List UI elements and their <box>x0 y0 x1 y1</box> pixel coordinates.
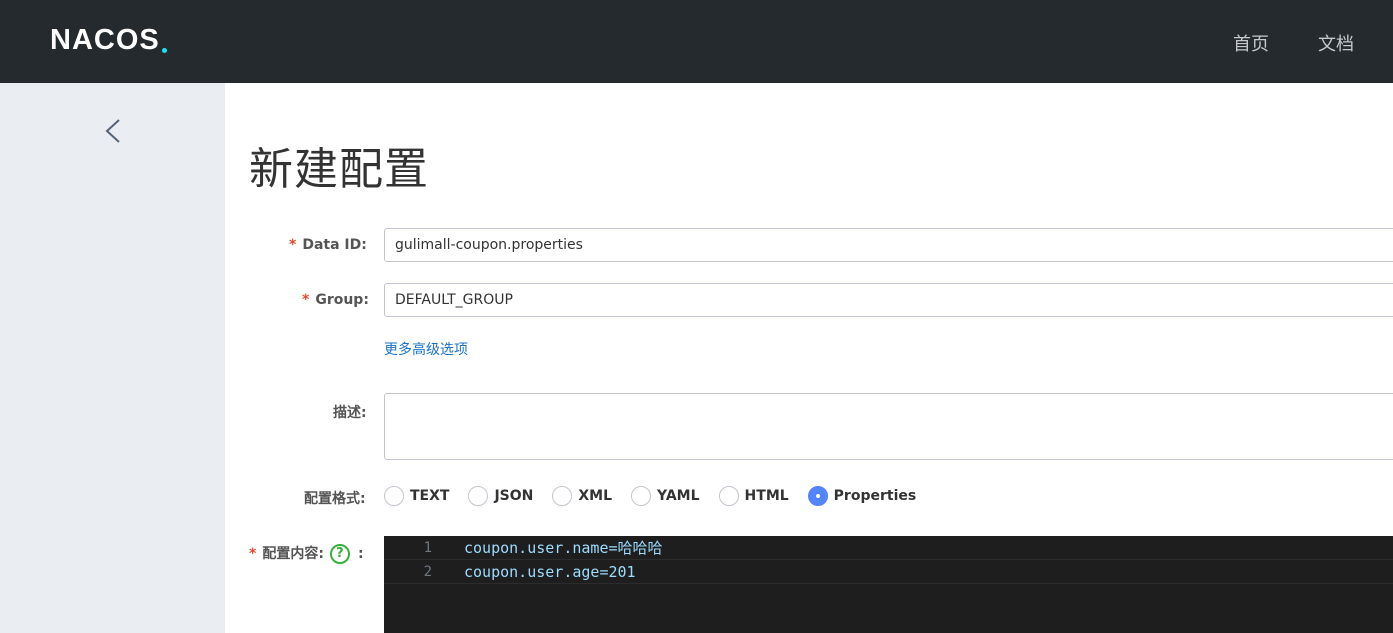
radio-label: TEXT <box>410 488 450 504</box>
description-textarea[interactable] <box>384 393 1393 460</box>
top-navbar: NACOS 首页 文档 <box>0 0 1393 83</box>
nav-docs-link[interactable]: 文档 <box>1318 30 1354 56</box>
required-mark: * <box>289 237 297 253</box>
code-editor[interactable]: 1 coupon.user.name=哈哈哈 2 coupon.user.age… <box>384 536 1393 633</box>
code-line: 2 coupon.user.age=201 <box>384 560 1393 584</box>
radio-yaml[interactable]: YAML <box>631 486 700 506</box>
radio-circle[interactable] <box>718 486 739 506</box>
group-input[interactable]: DEFAULT_GROUP <box>384 283 1393 317</box>
radio-json[interactable]: JSON <box>468 486 533 506</box>
code-line: 1 coupon.user.name=哈哈哈 <box>384 536 1393 560</box>
line-number: 2 <box>423 563 432 580</box>
group-label: * Group: <box>302 292 369 308</box>
format-radio-group: TEXT JSON XML YAML HTML Properties <box>384 485 935 507</box>
nacos-logo[interactable]: NACOS <box>50 23 167 56</box>
line-number: 1 <box>423 539 432 556</box>
radio-circle[interactable] <box>468 486 489 506</box>
data-id-label-text: Data ID: <box>302 237 367 253</box>
content-label-text: 配置内容: <box>262 546 324 562</box>
radio-text[interactable]: TEXT <box>384 486 449 506</box>
radio-label: XML <box>578 488 613 504</box>
code-text: coupon.user.age=201 <box>464 562 636 581</box>
code-text: coupon.user.name=哈哈哈 <box>464 539 663 557</box>
data-id-input[interactable]: gulimall-coupon.properties <box>384 228 1393 262</box>
content-label: * 配置内容:?: <box>249 543 364 564</box>
radio-circle[interactable] <box>552 486 573 506</box>
group-label-text: Group: <box>315 292 369 308</box>
data-id-label: * Data ID: <box>289 237 367 253</box>
logo-dot <box>161 47 167 53</box>
radio-xml[interactable]: XML <box>552 486 612 506</box>
sidebar <box>0 83 225 633</box>
advanced-options-link[interactable]: 更多高级选项 <box>384 339 468 359</box>
question-circle-icon[interactable]: ? <box>329 544 350 564</box>
radio-html[interactable]: HTML <box>718 486 789 506</box>
description-label: 描述: <box>333 405 367 421</box>
nav-home-link[interactable]: 首页 <box>1233 30 1269 56</box>
required-mark: * <box>302 292 310 308</box>
content-label-colon: : <box>357 546 364 562</box>
radio-label: HTML <box>744 488 789 504</box>
format-label: 配置格式: <box>304 491 366 507</box>
required-mark: * <box>249 546 257 562</box>
main-content: 新建配置 * Data ID: gulimall-coupon.propertie… <box>225 83 1393 633</box>
chevron-left-icon[interactable] <box>101 117 127 145</box>
radio-label: JSON <box>494 488 534 504</box>
page-title: 新建配置 <box>249 144 429 195</box>
radio-label: Properties <box>833 488 917 504</box>
radio-circle[interactable] <box>384 486 404 506</box>
logo-text: NACOS <box>50 23 160 56</box>
radio-properties[interactable]: Properties <box>807 486 917 506</box>
radio-label: YAML <box>657 488 700 504</box>
radio-circle-checked[interactable] <box>807 486 828 506</box>
radio-circle[interactable] <box>631 486 652 506</box>
